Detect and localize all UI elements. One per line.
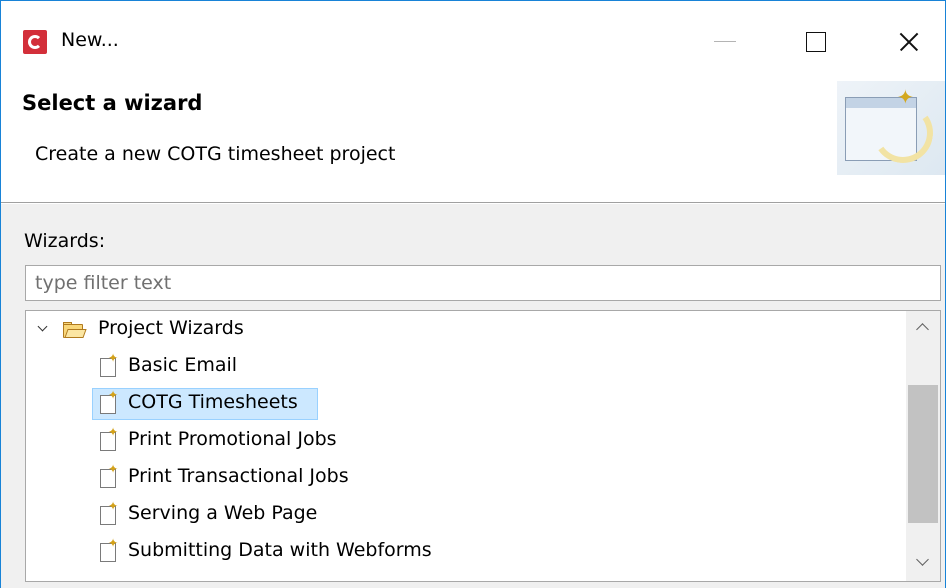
scroll-up-icon[interactable] [906, 311, 940, 345]
new-wizard-dialog: New... Select a wizard Create a new COTG… [0, 0, 946, 588]
chevron-down-icon[interactable] [38, 323, 48, 333]
page-description: Create a new COTG timesheet project [35, 143, 396, 165]
new-file-icon [100, 352, 118, 377]
minimize-button[interactable] [703, 19, 749, 65]
new-file-icon [100, 463, 118, 488]
window-title: New... [61, 29, 119, 51]
tree-item-label: Serving a Web Page [128, 502, 318, 524]
tree-item-label: Submitting Data with Webforms [128, 539, 432, 561]
wizards-tree[interactable]: Project Wizards Basic Email COTG Timeshe… [25, 310, 941, 582]
tree-group-label: Project Wizards [98, 317, 244, 339]
scrollbar-thumb[interactable] [908, 385, 938, 523]
tree-item-cotg-timesheets[interactable]: COTG Timesheets [92, 387, 512, 421]
tree-item-label: Print Transactional Jobs [128, 465, 349, 487]
tree-item-label: COTG Timesheets [128, 391, 298, 413]
new-file-icon [100, 537, 118, 562]
tree-item-label: Print Promotional Jobs [128, 428, 337, 450]
vertical-scrollbar[interactable] [906, 311, 940, 581]
tree-item-basic-email[interactable]: Basic Email [92, 350, 512, 384]
page-title: Select a wizard [22, 91, 203, 115]
folder-open-icon [63, 322, 87, 338]
tree-item-print-transactional-jobs[interactable]: Print Transactional Jobs [92, 461, 512, 495]
tree-item-serving-a-web-page[interactable]: Serving a Web Page [92, 498, 512, 532]
new-file-icon [100, 500, 118, 525]
c-logo-icon [23, 30, 47, 54]
maximize-button[interactable] [793, 19, 839, 65]
wizards-label: Wizards: [24, 230, 106, 252]
scroll-down-icon[interactable] [906, 547, 940, 581]
wizard-body: Wizards: Project Wizards Basic Email COT… [1, 204, 945, 588]
title-bar[interactable]: New... [1, 1, 945, 81]
tree-group-project-wizards[interactable]: Project Wizards [26, 313, 906, 347]
new-file-icon [100, 426, 118, 451]
wizard-header: Select a wizard Create a new COTG timesh… [1, 81, 945, 203]
new-file-icon [100, 389, 118, 414]
tree-item-print-promotional-jobs[interactable]: Print Promotional Jobs [92, 424, 512, 458]
tree-item-label: Basic Email [128, 354, 238, 376]
tree-item-submitting-data-with-webforms[interactable]: Submitting Data with Webforms [92, 535, 512, 569]
filter-input[interactable] [25, 265, 941, 301]
wizard-banner-icon: ✦ [837, 81, 945, 175]
close-button[interactable] [885, 19, 931, 65]
